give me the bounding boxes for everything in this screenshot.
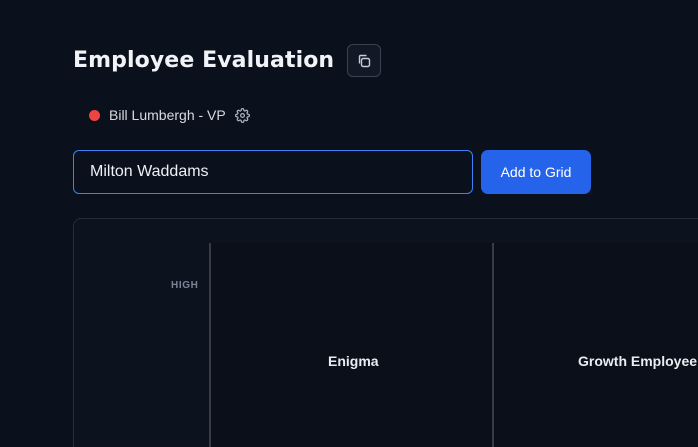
add-to-grid-button[interactable]: Add to Grid xyxy=(481,150,591,194)
page: Employee Evaluation Bill Lumbergh - VP A… xyxy=(0,0,698,447)
user-row: Bill Lumbergh - VP xyxy=(89,107,250,123)
settings-button[interactable] xyxy=(234,107,250,123)
evaluation-grid xyxy=(209,243,698,447)
user-name: Bill Lumbergh - VP xyxy=(109,107,226,123)
grid-cell-enigma[interactable]: Enigma xyxy=(328,353,379,369)
y-axis-high-label: HIGH xyxy=(171,280,199,291)
grid-cell-growth-employee[interactable]: Growth Employee xyxy=(578,353,697,369)
grid-axis-gutter xyxy=(160,243,209,447)
grid-column-divider xyxy=(492,243,494,447)
copy-icon xyxy=(359,54,371,67)
employee-name-input[interactable] xyxy=(73,150,473,194)
gear-icon xyxy=(234,107,250,123)
copy-button[interactable] xyxy=(347,44,382,77)
page-header: Employee Evaluation xyxy=(73,44,382,77)
page-title: Employee Evaluation xyxy=(73,48,335,73)
status-dot xyxy=(89,109,100,121)
